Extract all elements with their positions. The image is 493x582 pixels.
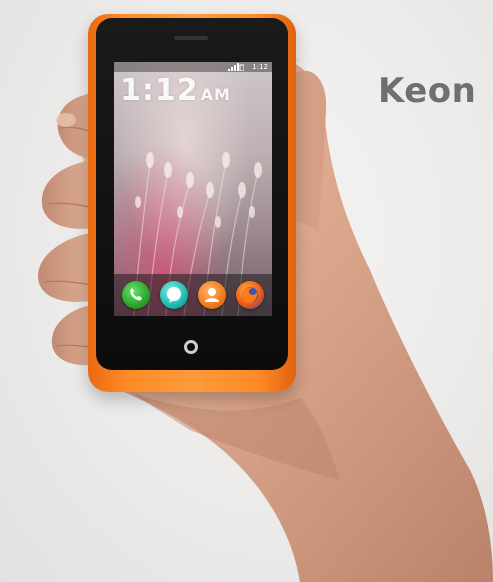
status-time: 1:12 [252,63,268,71]
phone-front-panel: 1:12 1:12 AM [96,18,288,370]
product-photo: Keon 1:12 1:12 AM [0,0,493,582]
messages-icon[interactable] [160,281,188,309]
lock-ampm: AM [200,85,231,104]
home-button[interactable] [184,340,198,354]
smartphone: 1:12 1:12 AM [88,14,296,392]
phone-icon[interactable] [122,281,150,309]
contacts-icon[interactable] [198,281,226,309]
browser-icon[interactable] [236,281,264,309]
lock-time: 1:12 [120,73,199,108]
app-dock [114,274,272,316]
status-bar: 1:12 [114,62,272,72]
signal-icon [228,63,244,71]
earpiece-speaker [174,36,208,40]
lock-clock: 1:12 AM [120,76,231,106]
lock-screen[interactable]: 1:12 1:12 AM [114,62,272,316]
brand-label: Keon [378,71,477,111]
